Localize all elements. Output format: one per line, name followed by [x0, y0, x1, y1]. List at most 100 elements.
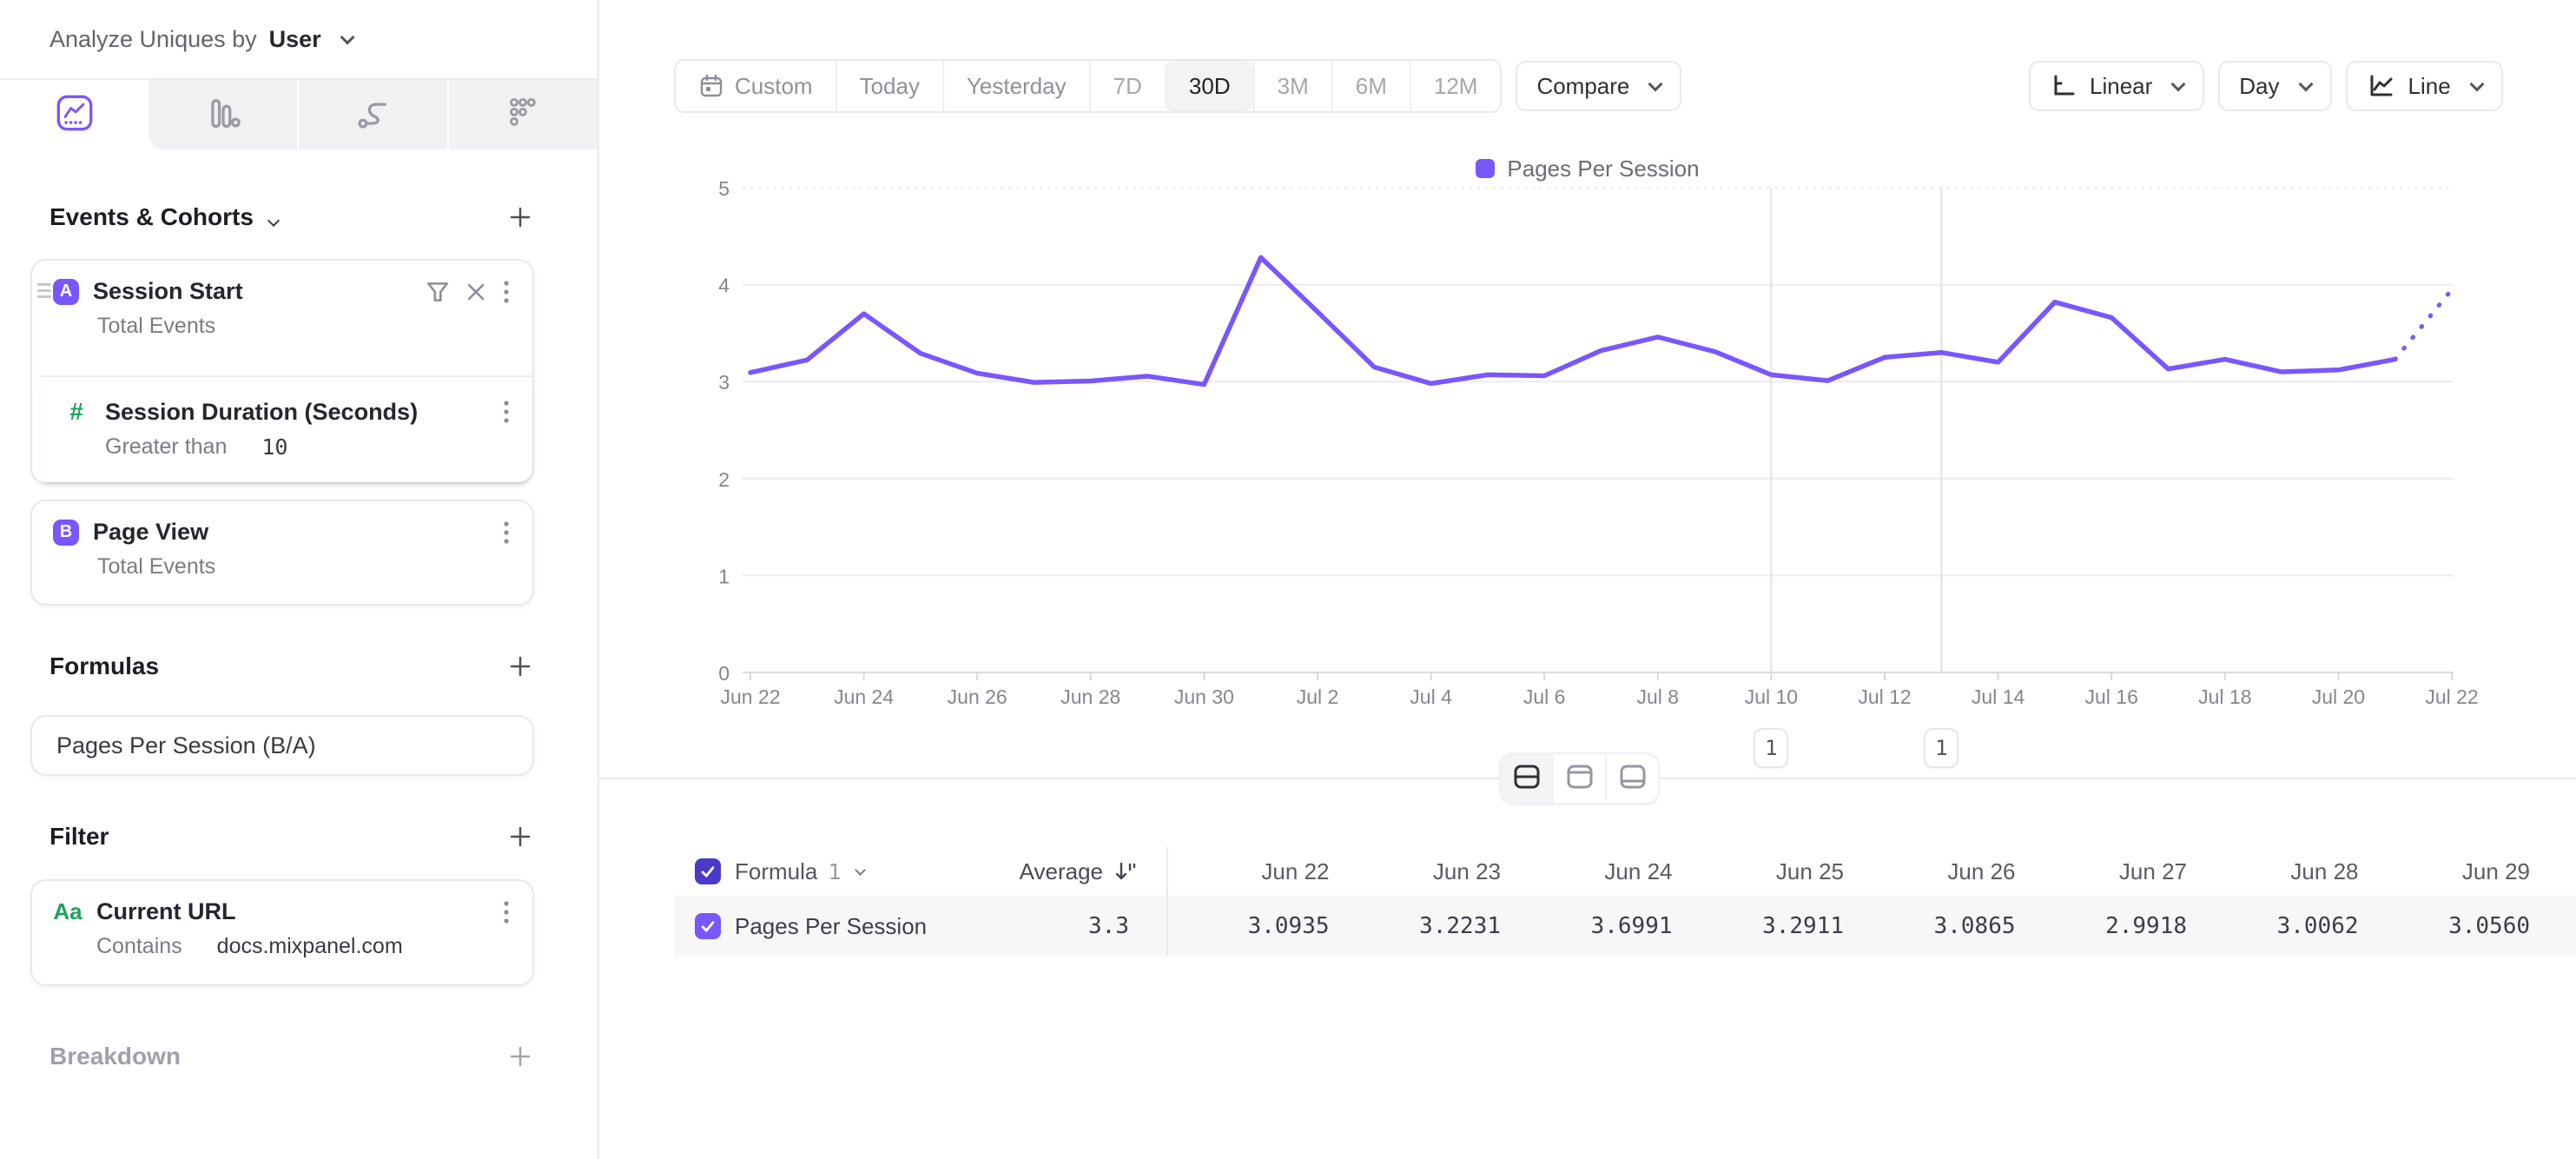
kebab-menu-icon[interactable]: [501, 399, 512, 425]
range-7d[interactable]: 7D: [1089, 61, 1165, 111]
filter-section-header: Filter: [0, 812, 599, 861]
analyze-uniques-value[interactable]: User: [269, 26, 321, 53]
formulas-section-header: Formulas: [0, 642, 599, 691]
range-6m[interactable]: 6M: [1331, 61, 1410, 111]
chevron-down-icon[interactable]: [855, 864, 867, 876]
x-axis-label: Jul 22: [2425, 685, 2478, 708]
cell-value-jun-28: 3.0062: [2196, 896, 2368, 957]
chevron-down-icon[interactable]: [268, 215, 280, 227]
x-axis-label: Jun 28: [1060, 685, 1120, 708]
table-column-divider: [1166, 847, 1168, 957]
chart-type-button[interactable]: Line: [2346, 61, 2503, 111]
filter-value[interactable]: docs.mixpanel.com: [217, 934, 403, 959]
filter-operator[interactable]: Contains: [96, 934, 182, 959]
y-axis-label: 4: [718, 275, 730, 297]
sidebar-tab-funnels[interactable]: [149, 80, 297, 149]
line-chart[interactable]: 012345Jun 22Jun 24Jun 26Jun 28Jun 30Jul …: [599, 148, 2576, 756]
event-badge-a: A: [53, 279, 79, 305]
column-header-jun-23[interactable]: Jun 23: [1338, 847, 1510, 896]
add-event-button[interactable]: [507, 204, 533, 230]
calendar-icon: [698, 73, 724, 99]
formula-number: 1: [828, 859, 841, 884]
view-toggle-group: [1501, 754, 1658, 803]
filter-property-title: Current URL: [96, 898, 487, 925]
row-checkbox[interactable]: [695, 913, 721, 939]
range-custom[interactable]: Custom: [676, 61, 836, 111]
column-header-jun-29[interactable]: Jun 29: [2368, 847, 2540, 896]
x-axis-label: Jun 24: [834, 685, 894, 708]
event-card-page-view[interactable]: B Page View Total Events: [30, 500, 534, 606]
close-icon[interactable]: [465, 281, 487, 303]
date-column-headers: Jun 22Jun 23Jun 24Jun 25Jun 26Jun 27Jun …: [1166, 847, 2539, 896]
cell-value-jun-26: 3.0865: [1853, 896, 2024, 957]
toggle-table-only-view[interactable]: [1605, 754, 1658, 803]
drag-handle-icon[interactable]: [37, 280, 51, 301]
property-card-session-duration[interactable]: # Session Duration (Seconds) Greater tha…: [41, 375, 532, 482]
kebab-menu-icon[interactable]: [501, 899, 512, 925]
add-formula-button[interactable]: [507, 653, 533, 679]
column-header-jun-24[interactable]: Jun 24: [1509, 847, 1681, 896]
event-card-session-start[interactable]: A Session Start Total Events # Session D…: [30, 259, 534, 484]
series-line-pages-per-session[interactable]: [750, 257, 2395, 384]
date-range-segmented-control: CustomTodayYesterday7D30D3M6M12M: [674, 59, 1502, 113]
x-axis-label: Jul 14: [1972, 685, 2025, 708]
compare-button[interactable]: Compare: [1516, 61, 1681, 111]
filter-card-current-url[interactable]: Aa Current URL Contains docs.mixpanel.co…: [30, 879, 534, 986]
filter-funnel-icon[interactable]: [425, 279, 451, 305]
bar-chart-icon: [204, 94, 242, 136]
table-header: Formula 1 Average Jun 22Jun 23Jun 24Jun …: [674, 847, 2576, 896]
range-today[interactable]: Today: [836, 61, 942, 111]
y-axis-label: 5: [718, 177, 730, 200]
linear-axis-icon: [2050, 72, 2077, 100]
chevron-down-icon[interactable]: [340, 30, 354, 45]
cell-value-jun-29: 3.0560: [2368, 896, 2540, 957]
range-3m[interactable]: 3M: [1253, 61, 1331, 111]
range-yesterday[interactable]: Yesterday: [942, 61, 1089, 111]
condition-operator[interactable]: Greater than: [105, 434, 227, 460]
insights-line-icon: [56, 94, 94, 136]
chevron-down-icon: [2298, 77, 2313, 92]
sidebar-tab-flows[interactable]: [297, 80, 447, 149]
formula-card[interactable]: Pages Per Session (B/A): [30, 715, 534, 776]
select-all-checkbox[interactable]: [695, 858, 721, 884]
range-12m[interactable]: 12M: [1410, 61, 1501, 111]
line-chart-icon: [2367, 72, 2396, 100]
sidebar-tab-retention[interactable]: [447, 80, 598, 149]
column-header-jun-22[interactable]: Jun 22: [1166, 847, 1338, 896]
toggle-chart-only-view[interactable]: [1552, 754, 1605, 803]
column-header-jun-25[interactable]: Jun 25: [1681, 847, 1853, 896]
cell-value-jun-25: 3.2911: [1681, 896, 1853, 957]
toggle-split-view[interactable]: [1501, 754, 1552, 803]
add-filter-button[interactable]: [507, 824, 533, 850]
x-axis-label: Jun 30: [1174, 685, 1234, 708]
formula-column-label[interactable]: Formula: [735, 858, 817, 885]
query-builder-sidebar: Analyze Uniques by User Events & Cohorts…: [0, 0, 599, 1159]
property-title: Session Duration (Seconds): [105, 399, 487, 426]
column-header-jun-26[interactable]: Jun 26: [1853, 847, 2024, 896]
cell-value-jun-24: 3.6991: [1509, 896, 1681, 957]
y-axis-label: 1: [718, 565, 730, 587]
column-header-jun-27[interactable]: Jun 27: [2024, 847, 2196, 896]
annotation-badge-jul-10[interactable]: 1: [1754, 728, 1788, 768]
kebab-menu-icon[interactable]: [501, 520, 512, 546]
range-30d[interactable]: 30D: [1165, 61, 1253, 111]
average-column-label[interactable]: Average: [1020, 858, 1103, 885]
analyze-uniques-label: Analyze Uniques by: [50, 26, 257, 53]
event-measure[interactable]: Total Events: [97, 554, 532, 580]
x-axis-label: Jun 26: [948, 685, 1007, 708]
table-row-pages-per-session[interactable]: Pages Per Session 3.3 3.09353.22313.6991…: [674, 896, 2576, 957]
kebab-menu-icon[interactable]: [501, 279, 512, 305]
annotation-badge-jul-13[interactable]: 1: [1924, 728, 1958, 768]
add-breakdown-button[interactable]: [507, 1043, 533, 1070]
series-line-incomplete-segment[interactable]: [2395, 289, 2452, 359]
cell-value-jun-22: 3.0935: [1166, 896, 1338, 957]
visualization-tabs: [0, 80, 598, 149]
sort-descending-icon[interactable]: [1112, 858, 1138, 884]
analyze-uniques-header: Analyze Uniques by User: [0, 0, 598, 80]
event-measure[interactable]: Total Events: [97, 314, 532, 339]
sidebar-tab-insights[interactable]: [0, 80, 149, 149]
granularity-button[interactable]: Day: [2218, 61, 2331, 111]
column-header-jun-28[interactable]: Jun 28: [2196, 847, 2368, 896]
condition-value[interactable]: 10: [261, 434, 287, 460]
scale-button[interactable]: Linear: [2029, 61, 2204, 111]
